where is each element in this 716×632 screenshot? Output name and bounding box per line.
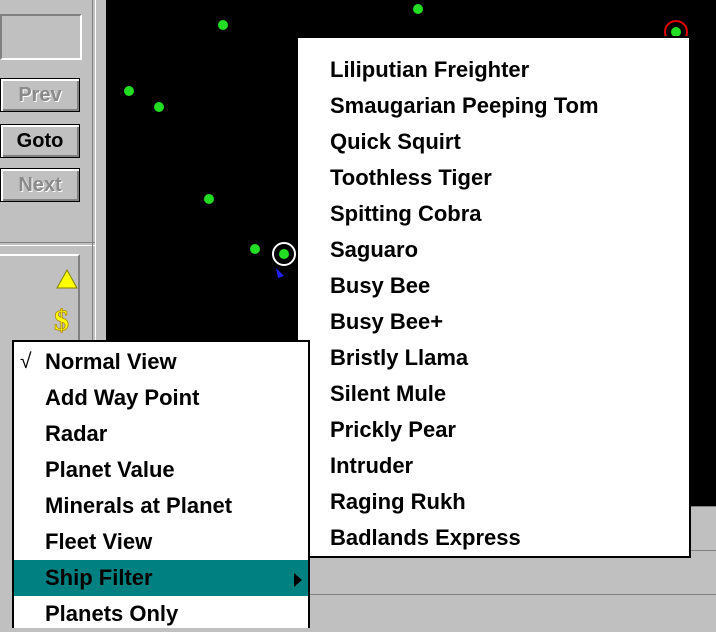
svg-text:$: $ xyxy=(54,304,69,336)
context-menu-item[interactable]: Ship Filter xyxy=(14,560,308,596)
ship-filter-item[interactable]: Spitting Cobra xyxy=(298,196,689,232)
ship-filter-item-label: Saguaro xyxy=(330,237,419,262)
context-menu-item-label: Minerals at Planet xyxy=(45,493,233,518)
checkmark-icon: √ xyxy=(20,350,32,373)
ship-filter-item[interactable]: Badlands Express xyxy=(298,520,689,556)
status-strip xyxy=(300,594,716,629)
context-menu-item-label: Ship Filter xyxy=(45,565,153,590)
ship-filter-item-label: Prickly Pear xyxy=(330,417,456,442)
ship-filter-item-label: Bristly Llama xyxy=(330,345,469,370)
ship-filter-item-label: Toothless Tiger xyxy=(330,165,492,190)
ship-filter-item[interactable]: Silent Mule xyxy=(298,376,689,412)
ship-filter-item-label: Quick Squirt xyxy=(330,129,461,154)
goto-button[interactable]: Goto xyxy=(0,124,80,158)
ship-filter-item[interactable]: Saguaro xyxy=(298,232,689,268)
ship-filter-item[interactable]: Smaugarian Peeping Tom xyxy=(298,88,689,124)
ship-filter-item[interactable]: Prickly Pear xyxy=(298,412,689,448)
ship-filter-item-label: Intruder xyxy=(330,453,414,478)
context-menu-item[interactable]: Minerals at Planet xyxy=(14,488,308,524)
ship-filter-submenu: Liliputian Freighter Smaugarian Peeping T… xyxy=(296,36,691,558)
submenu-arrow-icon xyxy=(294,573,302,587)
context-menu-item[interactable]: Planets Only xyxy=(14,596,308,632)
context-menu-item-label: Planet Value xyxy=(45,457,175,482)
ship-filter-item-label: Liliputian Freighter xyxy=(330,57,530,82)
ship-filter-item[interactable]: Busy Bee+ xyxy=(298,304,689,340)
ship-filter-item-label: Raging Rukh xyxy=(330,489,466,514)
planet-dot[interactable] xyxy=(413,4,423,14)
context-menu-item-label: Planets Only xyxy=(45,601,179,626)
context-menu-item-label: Radar xyxy=(45,421,108,446)
ship-filter-item-label: Busy Bee+ xyxy=(330,309,444,334)
panel-divider xyxy=(0,242,96,246)
dollar-sign-icon[interactable]: $ xyxy=(52,302,76,336)
context-menu-item-label: Fleet View xyxy=(45,529,153,554)
planet-dot[interactable] xyxy=(250,244,260,254)
context-menu-item-label: Normal View xyxy=(45,349,177,374)
context-menu-item[interactable]: Add Way Point xyxy=(14,380,308,416)
ship-filter-item-label: Busy Bee xyxy=(330,273,431,298)
planet-dot[interactable] xyxy=(204,194,214,204)
context-menu-item[interactable]: Fleet View xyxy=(14,524,308,560)
planet-dot[interactable] xyxy=(124,86,134,96)
info-field xyxy=(0,14,82,60)
map-context-menu: √ Normal View Add Way Point Radar Planet Val… xyxy=(12,340,310,628)
context-menu-item[interactable]: √ Normal View xyxy=(14,344,308,380)
ship-filter-item-label: Silent Mule xyxy=(330,381,447,406)
ship-filter-item[interactable]: Intruder xyxy=(298,448,689,484)
ship-filter-item-label: Smaugarian Peeping Tom xyxy=(330,93,599,118)
next-button[interactable]: Next xyxy=(0,168,80,202)
planet-dot[interactable] xyxy=(154,102,164,112)
ship-filter-item-label: Badlands Express xyxy=(330,525,521,550)
triangle-up-icon[interactable] xyxy=(56,268,78,290)
ship-filter-item[interactable]: Liliputian Freighter xyxy=(298,52,689,88)
ship-filter-item[interactable]: Busy Bee xyxy=(298,268,689,304)
ship-filter-item[interactable]: Bristly Llama xyxy=(298,340,689,376)
context-menu-item[interactable]: Planet Value xyxy=(14,452,308,488)
ship-filter-item[interactable]: Raging Rukh xyxy=(298,484,689,520)
ship-filter-item-label: Spitting Cobra xyxy=(330,201,482,226)
prev-button[interactable]: Prev xyxy=(0,78,80,112)
context-menu-item-label: Add Way Point xyxy=(45,385,200,410)
ship-filter-item[interactable]: Toothless Tiger xyxy=(298,160,689,196)
context-menu-item[interactable]: Radar xyxy=(14,416,308,452)
planet-dot[interactable] xyxy=(218,20,228,30)
ship-filter-item[interactable]: Quick Squirt xyxy=(298,124,689,160)
